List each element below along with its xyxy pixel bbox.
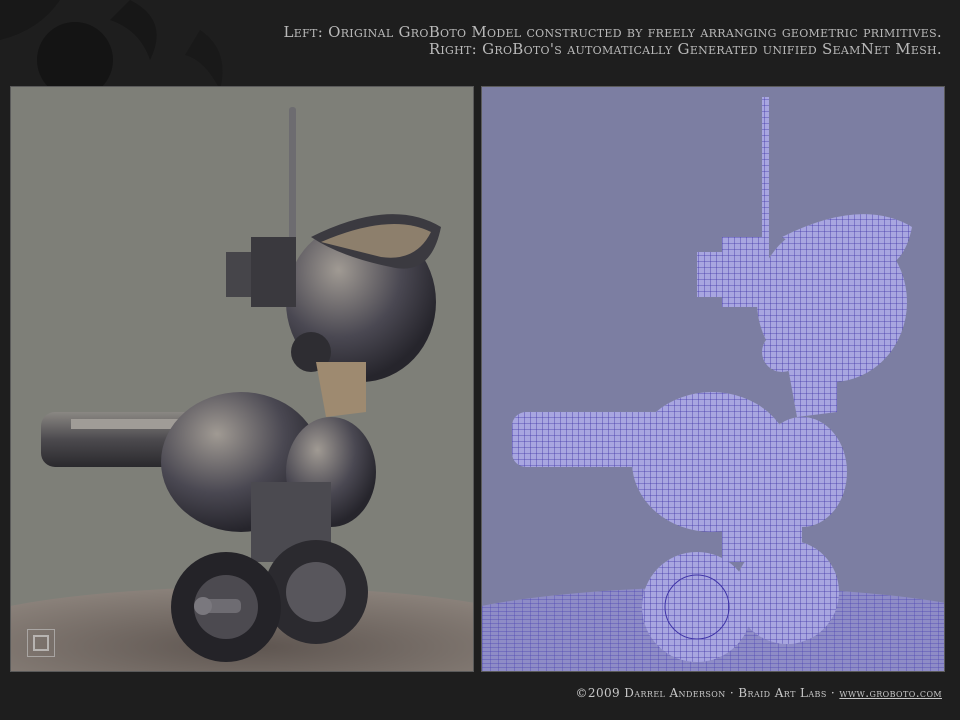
credit-text: ©2009 Darrel Anderson · Braid Art Labs ·	[575, 686, 840, 700]
groboto-link[interactable]: www.groboto.com	[839, 686, 942, 700]
original-model-panel	[10, 86, 474, 672]
caption-line-2: Right: GroBoto's automatically Generated…	[428, 40, 942, 58]
caption: Left: Original GroBoto Model constructed…	[242, 24, 942, 58]
shaded-robot-render	[11, 107, 473, 671]
wireframe-robot-render	[482, 97, 944, 671]
caption-line-1: Left: Original GroBoto Model constructed…	[283, 23, 942, 41]
footer-credit: ©2009 Darrel Anderson · Braid Art Labs ·…	[576, 686, 942, 700]
seamnet-mesh-panel	[481, 86, 945, 672]
watermark-logo	[27, 629, 55, 657]
